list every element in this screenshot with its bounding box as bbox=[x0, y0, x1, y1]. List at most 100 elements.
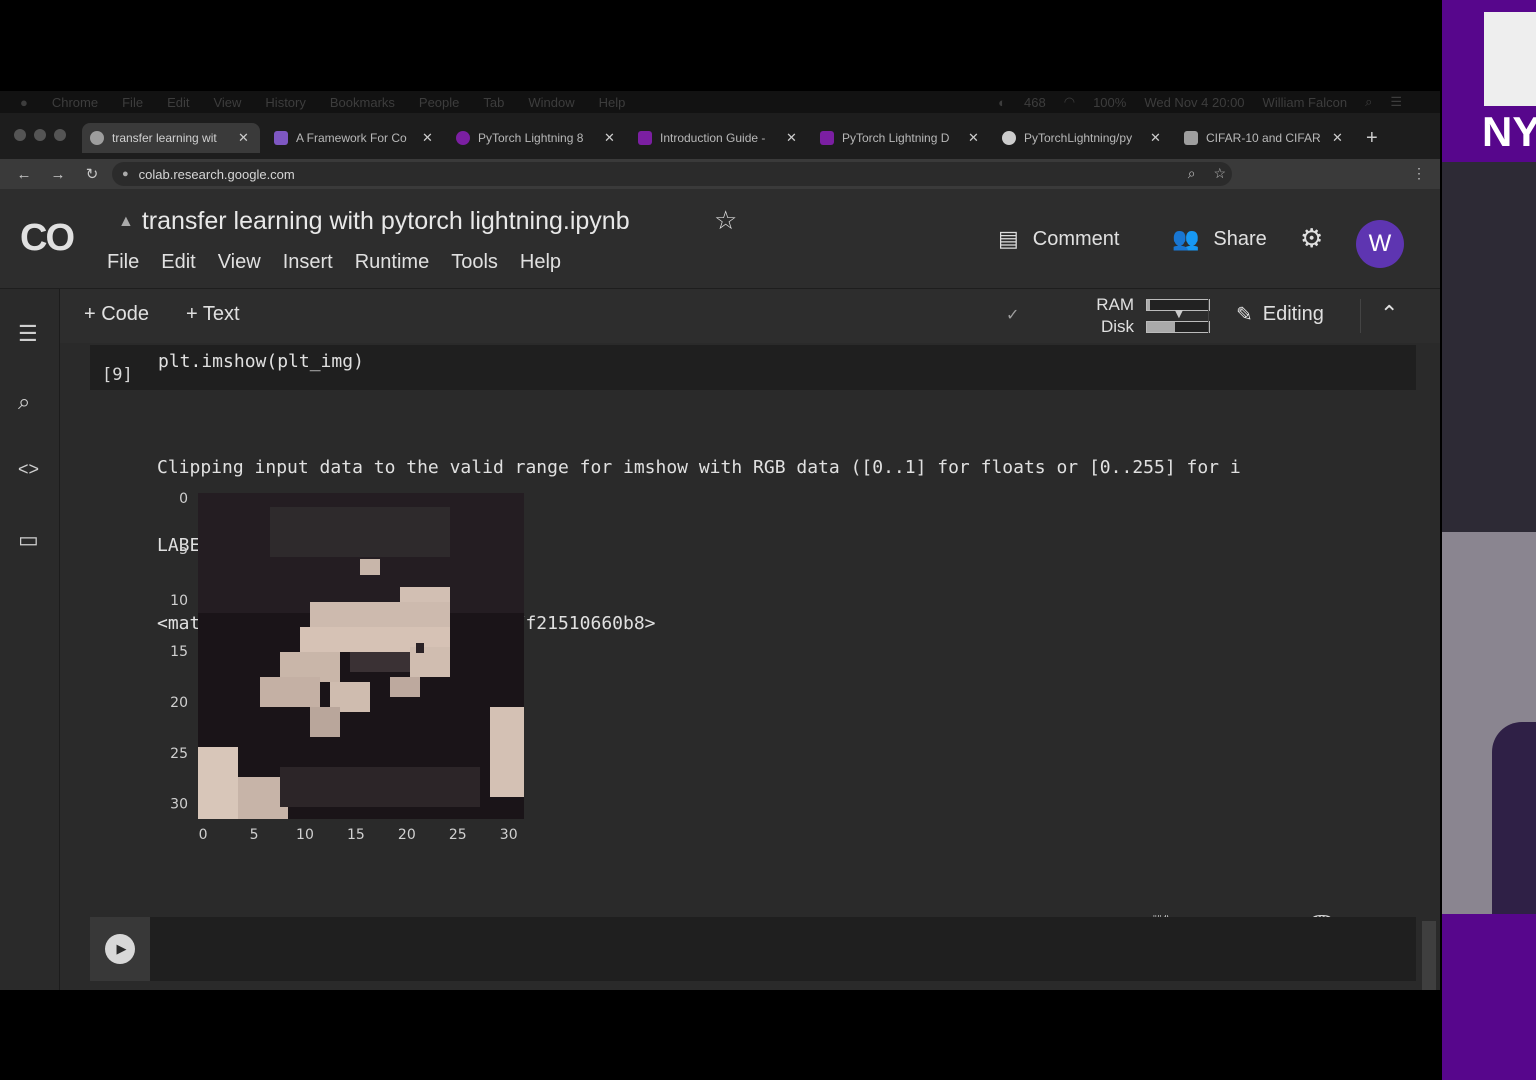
nyu-banner-bottom bbox=[1442, 914, 1536, 1080]
menubar-item-people[interactable]: People bbox=[419, 95, 459, 110]
colab-header: CO ▲ transfer learning with pytorch ligh… bbox=[0, 189, 1440, 289]
close-window-icon[interactable] bbox=[14, 129, 26, 141]
empty-code-cell[interactable]: ▶ bbox=[90, 917, 1416, 981]
more-vert-icon[interactable]: ⋮ bbox=[1412, 165, 1426, 182]
close-tab-icon[interactable]: ✕ bbox=[422, 130, 433, 146]
url-field[interactable]: ● colab.research.google.com ⌕ ☆ bbox=[112, 162, 1232, 186]
browser-tab[interactable]: PyTorch Lightning 8 ✕ bbox=[448, 123, 626, 153]
notebook-title-text[interactable]: transfer learning with pytorch lightning… bbox=[142, 207, 630, 236]
resources-indicator[interactable]: RAM Disk bbox=[1090, 294, 1210, 338]
clock[interactable]: Wed Nov 4 20:00 bbox=[1144, 95, 1244, 110]
y-axis: 0 5 10 15 20 25 30 bbox=[170, 491, 188, 813]
scrollbar[interactable] bbox=[1422, 921, 1436, 990]
ram-label: RAM bbox=[1096, 295, 1134, 314]
disk-bar bbox=[1146, 321, 1210, 333]
webcam-feed bbox=[1442, 162, 1536, 922]
browser-tab[interactable]: transfer learning wit ✕ bbox=[82, 123, 260, 153]
menubar-item-tab[interactable]: Tab bbox=[483, 95, 504, 110]
ram-bar-fill bbox=[1147, 300, 1151, 310]
browser-window: transfer learning wit ✕ A Framework For … bbox=[0, 113, 1440, 990]
colab-logo[interactable]: CO bbox=[20, 217, 75, 260]
favicon-icon bbox=[274, 131, 288, 145]
apple-icon[interactable]: ● bbox=[20, 95, 28, 110]
notebook-area: [9] plt.imshow(plt_img) Clipping input d… bbox=[60, 343, 1440, 990]
code-text[interactable]: plt.imshow(plt_img) bbox=[158, 351, 364, 372]
lock-icon[interactable]: ● bbox=[122, 168, 129, 180]
maximize-window-icon[interactable] bbox=[54, 129, 66, 141]
battery-level[interactable]: 100% bbox=[1093, 95, 1126, 110]
menu-bar: File Edit View Insert Runtime Tools Help bbox=[107, 251, 583, 274]
table-of-contents-icon[interactable]: ☰ bbox=[18, 321, 38, 347]
menubar-item-history[interactable]: History bbox=[265, 95, 305, 110]
menubar-status: ◐ 468 ◠ 100% Wed Nov 4 20:00 William Fal… bbox=[998, 94, 1440, 110]
code-cell[interactable]: [9] plt.imshow(plt_img) bbox=[90, 345, 1416, 390]
menu-runtime[interactable]: Runtime bbox=[355, 251, 429, 274]
mac-menubar: ● Chrome File Edit View History Bookmark… bbox=[0, 91, 1440, 113]
favicon-icon bbox=[456, 131, 470, 145]
run-cell-button[interactable]: ▶ bbox=[90, 917, 150, 981]
search-icon[interactable]: ⌕ bbox=[1365, 94, 1372, 110]
reload-icon[interactable]: ↻ bbox=[82, 165, 102, 183]
add-text-button[interactable]: + Text bbox=[186, 303, 240, 326]
close-tab-icon[interactable]: ✕ bbox=[1332, 130, 1343, 146]
browser-tab[interactable]: PyTorchLightning/py ✕ bbox=[994, 123, 1172, 153]
notebook-title: ▲ transfer learning with pytorch lightni… bbox=[118, 207, 630, 236]
menu-edit[interactable]: Edit bbox=[161, 251, 195, 274]
y-tick-label: 15 bbox=[170, 644, 188, 660]
mail-count[interactable]: 468 bbox=[1024, 95, 1046, 110]
wifi-icon[interactable]: ◠ bbox=[1064, 94, 1075, 110]
favicon-icon bbox=[820, 131, 834, 145]
tab-strip: transfer learning wit ✕ A Framework For … bbox=[0, 113, 1440, 159]
close-tab-icon[interactable]: ✕ bbox=[604, 130, 615, 146]
new-tab-button[interactable]: + bbox=[1366, 127, 1378, 150]
bookmark-star-icon[interactable]: ☆ bbox=[1213, 165, 1226, 181]
divider bbox=[1208, 299, 1209, 333]
close-tab-icon[interactable]: ✕ bbox=[968, 130, 979, 146]
favicon-icon bbox=[1184, 131, 1198, 145]
browser-tab[interactable]: Introduction Guide - ✕ bbox=[630, 123, 808, 153]
browser-tab[interactable]: CIFAR-10 and CIFAR ✕ bbox=[1176, 123, 1354, 153]
output-line: Clipping input data to the valid range f… bbox=[157, 457, 1241, 478]
minimize-window-icon[interactable] bbox=[34, 129, 46, 141]
status-icon[interactable]: ◐ bbox=[998, 95, 1006, 110]
menu-help[interactable]: Help bbox=[520, 251, 561, 274]
zoom-icon[interactable]: ⌕ bbox=[1188, 165, 1196, 181]
url-text: colab.research.google.com bbox=[138, 166, 295, 182]
menu-insert[interactable]: Insert bbox=[283, 251, 333, 274]
search-icon[interactable]: ⌕ bbox=[18, 389, 30, 415]
user-name[interactable]: William Falcon bbox=[1263, 95, 1348, 110]
add-code-button[interactable]: + Code bbox=[84, 303, 149, 326]
forward-icon[interactable]: → bbox=[48, 166, 68, 183]
files-folder-icon[interactable]: ▭ bbox=[18, 527, 39, 553]
menu-list-icon[interactable]: ☰ bbox=[1390, 94, 1402, 110]
browser-tab[interactable]: A Framework For Co ✕ bbox=[266, 123, 444, 153]
menubar-item-window[interactable]: Window bbox=[528, 95, 574, 110]
menubar-item-help[interactable]: Help bbox=[599, 95, 626, 110]
close-tab-icon[interactable]: ✕ bbox=[1150, 130, 1161, 146]
close-tab-icon[interactable]: ✕ bbox=[786, 130, 797, 146]
back-icon[interactable]: ← bbox=[14, 166, 34, 183]
star-icon[interactable]: ☆ bbox=[714, 205, 737, 236]
editing-mode-button[interactable]: ✎ Editing bbox=[1236, 302, 1324, 327]
comment-button[interactable]: ▤ Comment bbox=[998, 226, 1120, 252]
x-tick-label: 25 bbox=[449, 827, 467, 843]
people-icon: 👥 bbox=[1172, 226, 1200, 251]
menu-tools[interactable]: Tools bbox=[451, 251, 498, 274]
menubar-item-chrome[interactable]: Chrome bbox=[52, 95, 98, 110]
connected-check-icon: ✓ bbox=[1006, 307, 1020, 324]
play-icon: ▶ bbox=[105, 934, 135, 964]
close-tab-icon[interactable]: ✕ bbox=[238, 130, 249, 146]
collapse-header-icon[interactable]: ⌃ bbox=[1380, 301, 1398, 327]
runtime-dropdown-icon[interactable]: ▼ bbox=[1172, 305, 1186, 321]
menu-view[interactable]: View bbox=[218, 251, 261, 274]
menu-file[interactable]: File bbox=[107, 251, 139, 274]
settings-gear-icon[interactable]: ⚙ bbox=[1300, 223, 1323, 254]
menubar-item-file[interactable]: File bbox=[122, 95, 143, 110]
code-snippets-icon[interactable]: <> bbox=[18, 459, 39, 480]
avatar[interactable]: W bbox=[1356, 220, 1404, 268]
browser-tab[interactable]: PyTorch Lightning D ✕ bbox=[812, 123, 990, 153]
menubar-item-view[interactable]: View bbox=[213, 95, 241, 110]
menubar-item-bookmarks[interactable]: Bookmarks bbox=[330, 95, 395, 110]
menubar-item-edit[interactable]: Edit bbox=[167, 95, 189, 110]
share-button[interactable]: 👥 Share bbox=[1172, 226, 1267, 252]
